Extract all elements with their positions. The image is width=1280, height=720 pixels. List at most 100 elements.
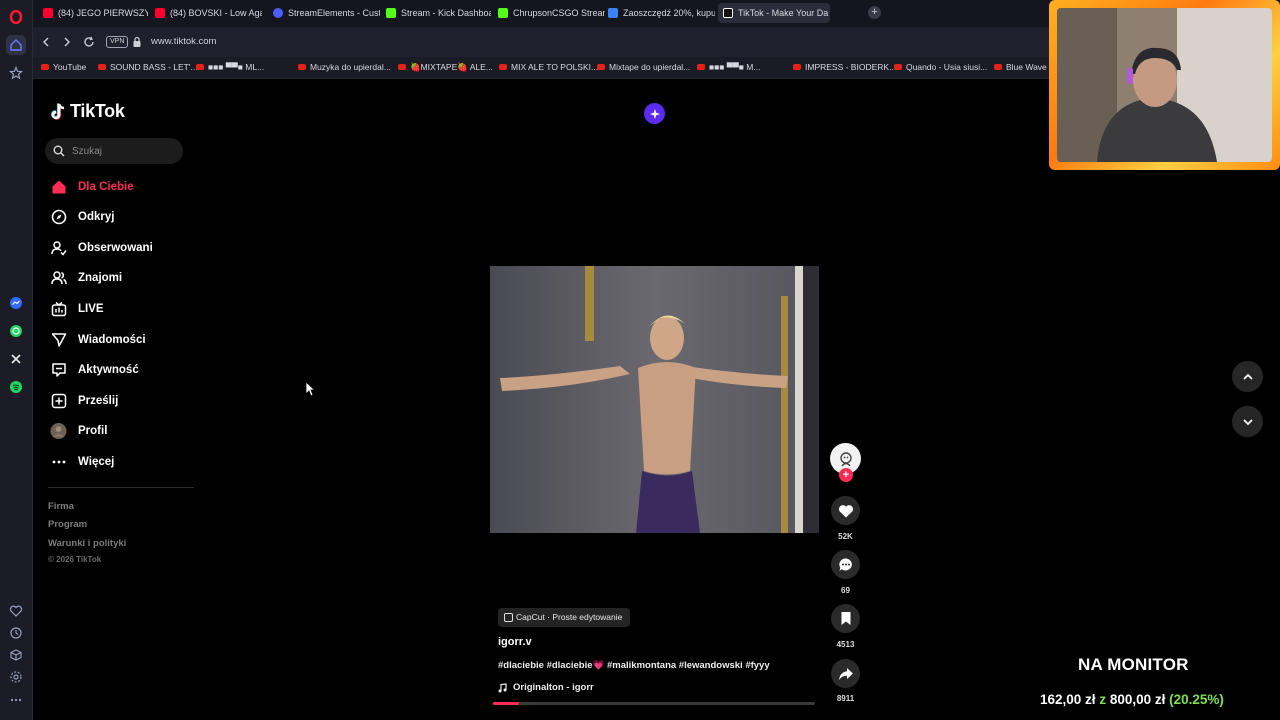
creator-avatar-icon [839,451,852,466]
nav-item-more[interactable]: Więcej [50,451,114,473]
nav-item-for-you[interactable]: Dla Ciebie [50,176,134,198]
video-player[interactable] [490,266,819,533]
youtube-favicon-icon [43,8,53,18]
goal-current: 162,00 zł [1040,692,1096,707]
nav-item-friends[interactable]: Znajomi [50,267,122,289]
footer-link-company[interactable]: Firma [48,501,74,512]
tiktok-favicon-icon [723,8,733,18]
star-icon[interactable] [6,63,26,83]
post-description: #dlaciebie #dlaciebie💗 #malikmontana #le… [498,660,770,671]
profile-avatar-icon [50,422,67,440]
compass-icon [50,209,67,226]
comment-icon [838,557,852,571]
back-icon[interactable] [39,35,53,49]
comment-button[interactable] [831,550,860,579]
following-icon [50,240,67,257]
nav-item-upload[interactable]: Prześlij [50,390,118,412]
youtube-icon [697,64,705,70]
webcam-overlay [1049,0,1280,170]
cube-icon[interactable] [6,645,26,665]
upload-icon [50,393,67,410]
heart-icon[interactable] [6,601,26,621]
webcam-feed-image [1057,8,1272,162]
nav-item-live[interactable]: LIVE [50,298,104,320]
tiktok-logo[interactable]: TikTok [51,101,125,122]
nav-item-following[interactable]: Obserwowani [50,237,153,259]
browser-tab[interactable]: Zaoszczędź 20%, kupując [603,3,715,23]
nav-item-messages[interactable]: Wiadomości [50,329,146,351]
messenger-icon[interactable] [6,293,26,313]
like-count: 52K [838,532,853,541]
search-box[interactable] [45,138,183,164]
bookmark-item[interactable]: Muzyka do upierdal... [298,62,391,72]
youtube-icon [298,64,306,70]
nav-item-explore[interactable]: Odkryj [50,206,114,228]
activity-icon [50,362,67,379]
footer-link-program[interactable]: Program [48,519,87,530]
live-icon [50,301,67,318]
share-count: 8911 [836,694,855,703]
browser-tab[interactable]: StreamElements - Custom [268,3,380,23]
youtube-icon [597,64,605,70]
bookmark-item[interactable]: Blue Wave - [994,62,1052,72]
nav-item-profile[interactable]: Profil [50,420,107,442]
stream-goal-progress: 162,00 zł z 800,00 zł (20.25%) [1040,692,1224,707]
search-input[interactable] [72,142,172,160]
vpn-badge[interactable]: VPN [106,36,129,48]
comment-count: 69 [841,586,850,595]
bookmark-item[interactable]: YouTube [41,62,86,72]
nav-item-activity[interactable]: Aktywność [50,359,139,381]
youtube-icon [41,64,49,70]
streamelements-favicon-icon [273,8,283,18]
next-video-button[interactable] [1232,406,1263,437]
sound-link[interactable]: Originalton - igorr [498,682,594,693]
search-icon [53,145,65,157]
bookmark-item[interactable]: MIX ALE TO POLSKI... [499,62,598,72]
capcut-badge[interactable]: CapCut · Proste edytowanie [498,608,631,627]
share-button[interactable] [831,659,860,688]
sparkle-icon [649,108,660,119]
browser-tab-active[interactable]: TikTok - Make Your Da [718,3,830,23]
like-button[interactable] [831,496,860,525]
url-field[interactable]: www.tiktok.com [151,36,216,47]
x-twitter-icon[interactable] [6,349,26,369]
spotify-icon[interactable] [6,377,26,397]
video-progress-bar[interactable] [493,702,815,705]
lock-icon[interactable] [132,36,142,48]
kick-favicon-icon [498,8,508,18]
browser-tab[interactable]: Stream - Kick Dashboard [381,3,491,23]
bookmark-item[interactable]: Mixtape do upierdal... [597,62,690,72]
previous-video-button[interactable] [1232,361,1263,392]
friends-icon [50,270,67,287]
stream-goal-title: NA MONITOR [1078,655,1189,674]
history-icon[interactable] [6,623,26,643]
bookmark-item[interactable]: SOUND BASS - LET'... [98,62,198,72]
settings-gear-icon[interactable] [6,667,26,687]
bookmark-item[interactable]: ■■■ ▀▀■ M... [697,62,760,72]
browser-tab[interactable]: (84) BOVSKI - Low Again - [150,3,262,23]
kick-favicon-icon [386,8,396,18]
opera-logo-icon[interactable] [6,7,26,27]
messages-icon [50,332,67,349]
bookmark-item[interactable]: Quando - Usia siusi... [894,62,987,72]
footer-link-terms[interactable]: Warunki i polityki [48,538,126,549]
bookmark-item[interactable]: ■■■ ▀▀■ ML... [196,62,264,72]
home-icon[interactable] [6,35,26,55]
bookmark-item[interactable]: 🍓MIXTAPE🍓 ALE... [398,62,493,73]
goal-separator: z [1099,692,1107,707]
new-tab-button[interactable]: + [868,6,881,19]
forward-icon[interactable] [60,35,74,49]
reload-icon[interactable] [82,35,96,49]
share-arrow-icon [838,667,853,680]
youtube-icon [398,64,406,70]
whatsapp-icon[interactable] [6,321,26,341]
author-username[interactable]: igorr.v [498,636,532,648]
sparkle-button[interactable] [644,103,665,124]
browser-tab[interactable]: ChrupsonCSGO Stream - [493,3,605,23]
more-dots-icon[interactable] [6,690,26,710]
follow-plus-button[interactable]: + [839,468,853,482]
bookmark-item[interactable]: IMPRESS - BIODERK... [793,62,896,72]
browser-tab[interactable]: (84) JEGO PIERWSZY RAZ [38,3,148,23]
youtube-icon [499,64,507,70]
save-button[interactable] [831,604,860,633]
